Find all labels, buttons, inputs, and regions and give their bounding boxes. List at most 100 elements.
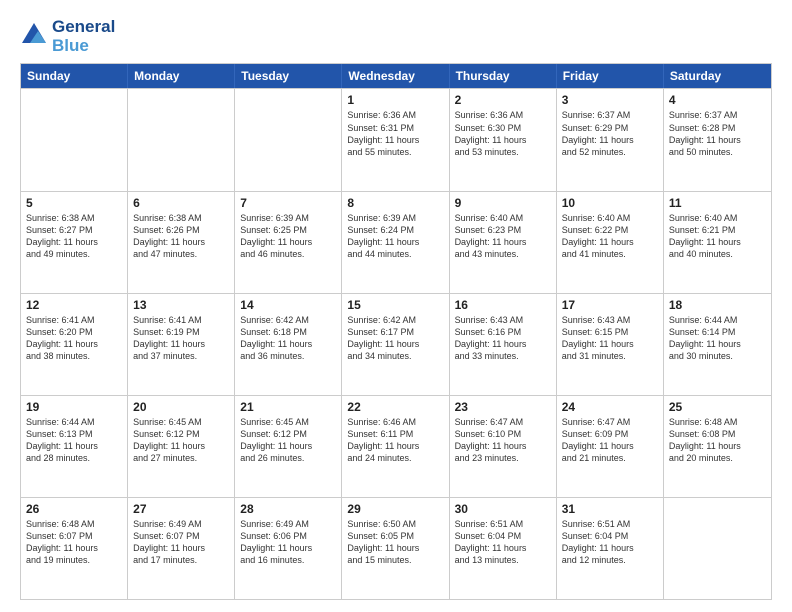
calendar-header: SundayMondayTuesdayWednesdayThursdayFrid…: [21, 64, 771, 88]
day-number: 28: [240, 502, 336, 516]
day-number: 16: [455, 298, 551, 312]
cal-cell-empty-0-1: [128, 89, 235, 190]
weekday-header-sunday: Sunday: [21, 64, 128, 88]
cell-text: Sunrise: 6:38 AM Sunset: 6:27 PM Dayligh…: [26, 212, 122, 261]
calendar-row-5: 26 Sunrise: 6:48 AM Sunset: 6:07 PM Dayli…: [21, 497, 771, 599]
day-number: 29: [347, 502, 443, 516]
logo-text: General Blue: [52, 18, 115, 55]
day-number: 9: [455, 196, 551, 210]
cal-cell-24: 24Sunrise: 6:47 AM Sunset: 6:09 PM Dayli…: [557, 396, 664, 497]
cell-text: Sunrise: 6:48 AM Sunset: 6:08 PM Dayligh…: [669, 416, 766, 465]
calendar-body: 1Sunrise: 6:36 AM Sunset: 6:31 PM Daylig…: [21, 88, 771, 599]
cell-text: Sunrise: 6:43 AM Sunset: 6:16 PM Dayligh…: [455, 314, 551, 363]
cell-text: Sunrise: 6:49 AM Sunset: 6:06 PM Dayligh…: [240, 518, 336, 567]
day-number: 3: [562, 93, 658, 107]
logo-icon: [20, 21, 48, 49]
cal-cell-17: 17Sunrise: 6:43 AM Sunset: 6:15 PM Dayli…: [557, 294, 664, 395]
day-number: 27: [133, 502, 229, 516]
cell-text: Sunrise: 6:36 AM Sunset: 6:30 PM Dayligh…: [455, 109, 551, 158]
weekday-header-friday: Friday: [557, 64, 664, 88]
cell-text: Sunrise: 6:50 AM Sunset: 6:05 PM Dayligh…: [347, 518, 443, 567]
cell-text: Sunrise: 6:39 AM Sunset: 6:25 PM Dayligh…: [240, 212, 336, 261]
cal-cell-4: 4 Sunrise: 6:37 AM Sunset: 6:28 PM Daylig…: [664, 89, 771, 190]
cal-cell-9: 9Sunrise: 6:40 AM Sunset: 6:23 PM Daylig…: [450, 192, 557, 293]
cal-cell-20: 20 Sunrise: 6:45 AM Sunset: 6:12 PM Dayli…: [128, 396, 235, 497]
cal-cell-11: 11 Sunrise: 6:40 AM Sunset: 6:21 PM Dayli…: [664, 192, 771, 293]
cal-cell-16: 16 Sunrise: 6:43 AM Sunset: 6:16 PM Dayli…: [450, 294, 557, 395]
calendar-row-4: 19 Sunrise: 6:44 AM Sunset: 6:13 PM Dayli…: [21, 395, 771, 497]
cell-text: Sunrise: 6:47 AM Sunset: 6:10 PM Dayligh…: [455, 416, 551, 465]
cal-cell-27: 27 Sunrise: 6:49 AM Sunset: 6:07 PM Dayli…: [128, 498, 235, 599]
cal-cell-empty-0-0: [21, 89, 128, 190]
cell-text: Sunrise: 6:46 AM Sunset: 6:11 PM Dayligh…: [347, 416, 443, 465]
day-number: 25: [669, 400, 766, 414]
day-number: 14: [240, 298, 336, 312]
cell-text: Sunrise: 6:40 AM Sunset: 6:21 PM Dayligh…: [669, 212, 766, 261]
cell-text: Sunrise: 6:40 AM Sunset: 6:22 PM Dayligh…: [562, 212, 658, 261]
cal-cell-5: 5 Sunrise: 6:38 AM Sunset: 6:27 PM Daylig…: [21, 192, 128, 293]
cell-text: Sunrise: 6:51 AM Sunset: 6:04 PM Dayligh…: [562, 518, 658, 567]
cell-text: Sunrise: 6:47 AM Sunset: 6:09 PM Dayligh…: [562, 416, 658, 465]
cal-cell-3: 3Sunrise: 6:37 AM Sunset: 6:29 PM Daylig…: [557, 89, 664, 190]
cell-text: Sunrise: 6:48 AM Sunset: 6:07 PM Dayligh…: [26, 518, 122, 567]
cal-cell-13: 13Sunrise: 6:41 AM Sunset: 6:19 PM Dayli…: [128, 294, 235, 395]
cal-cell-25: 25 Sunrise: 6:48 AM Sunset: 6:08 PM Dayli…: [664, 396, 771, 497]
cell-text: Sunrise: 6:39 AM Sunset: 6:24 PM Dayligh…: [347, 212, 443, 261]
weekday-header-monday: Monday: [128, 64, 235, 88]
day-number: 30: [455, 502, 551, 516]
cal-cell-22: 22 Sunrise: 6:46 AM Sunset: 6:11 PM Dayli…: [342, 396, 449, 497]
day-number: 11: [669, 196, 766, 210]
cal-cell-29: 29 Sunrise: 6:50 AM Sunset: 6:05 PM Dayli…: [342, 498, 449, 599]
cell-text: Sunrise: 6:42 AM Sunset: 6:17 PM Dayligh…: [347, 314, 443, 363]
day-number: 6: [133, 196, 229, 210]
cell-text: Sunrise: 6:51 AM Sunset: 6:04 PM Dayligh…: [455, 518, 551, 567]
header: General Blue: [20, 18, 772, 55]
cell-text: Sunrise: 6:45 AM Sunset: 6:12 PM Dayligh…: [133, 416, 229, 465]
cell-text: Sunrise: 6:37 AM Sunset: 6:28 PM Dayligh…: [669, 109, 766, 158]
cal-cell-23: 23 Sunrise: 6:47 AM Sunset: 6:10 PM Dayli…: [450, 396, 557, 497]
cal-cell-empty-4-6: [664, 498, 771, 599]
cal-cell-30: 30 Sunrise: 6:51 AM Sunset: 6:04 PM Dayli…: [450, 498, 557, 599]
day-number: 13: [133, 298, 229, 312]
cell-text: Sunrise: 6:45 AM Sunset: 6:12 PM Dayligh…: [240, 416, 336, 465]
calendar-row-3: 12Sunrise: 6:41 AM Sunset: 6:20 PM Dayli…: [21, 293, 771, 395]
cal-cell-empty-0-2: [235, 89, 342, 190]
cell-text: Sunrise: 6:38 AM Sunset: 6:26 PM Dayligh…: [133, 212, 229, 261]
calendar-row-2: 5 Sunrise: 6:38 AM Sunset: 6:27 PM Daylig…: [21, 191, 771, 293]
day-number: 5: [26, 196, 122, 210]
day-number: 20: [133, 400, 229, 414]
weekday-header-saturday: Saturday: [664, 64, 771, 88]
day-number: 19: [26, 400, 122, 414]
day-number: 21: [240, 400, 336, 414]
cal-cell-7: 7 Sunrise: 6:39 AM Sunset: 6:25 PM Daylig…: [235, 192, 342, 293]
day-number: 31: [562, 502, 658, 516]
cal-cell-14: 14Sunrise: 6:42 AM Sunset: 6:18 PM Dayli…: [235, 294, 342, 395]
weekday-header-thursday: Thursday: [450, 64, 557, 88]
calendar: SundayMondayTuesdayWednesdayThursdayFrid…: [20, 63, 772, 600]
day-number: 1: [347, 93, 443, 107]
cell-text: Sunrise: 6:41 AM Sunset: 6:20 PM Dayligh…: [26, 314, 122, 363]
cal-cell-12: 12Sunrise: 6:41 AM Sunset: 6:20 PM Dayli…: [21, 294, 128, 395]
page: General Blue SundayMondayTuesdayWednesda…: [0, 0, 792, 612]
cell-text: Sunrise: 6:44 AM Sunset: 6:13 PM Dayligh…: [26, 416, 122, 465]
cal-cell-15: 15Sunrise: 6:42 AM Sunset: 6:17 PM Dayli…: [342, 294, 449, 395]
cell-text: Sunrise: 6:49 AM Sunset: 6:07 PM Dayligh…: [133, 518, 229, 567]
day-number: 23: [455, 400, 551, 414]
day-number: 4: [669, 93, 766, 107]
weekday-header-wednesday: Wednesday: [342, 64, 449, 88]
cal-cell-2: 2Sunrise: 6:36 AM Sunset: 6:30 PM Daylig…: [450, 89, 557, 190]
cal-cell-8: 8 Sunrise: 6:39 AM Sunset: 6:24 PM Daylig…: [342, 192, 449, 293]
cell-text: Sunrise: 6:44 AM Sunset: 6:14 PM Dayligh…: [669, 314, 766, 363]
day-number: 10: [562, 196, 658, 210]
cal-cell-19: 19 Sunrise: 6:44 AM Sunset: 6:13 PM Dayli…: [21, 396, 128, 497]
cal-cell-21: 21 Sunrise: 6:45 AM Sunset: 6:12 PM Dayli…: [235, 396, 342, 497]
cell-text: Sunrise: 6:43 AM Sunset: 6:15 PM Dayligh…: [562, 314, 658, 363]
calendar-row-1: 1Sunrise: 6:36 AM Sunset: 6:31 PM Daylig…: [21, 88, 771, 190]
logo: General Blue: [20, 18, 115, 55]
day-number: 7: [240, 196, 336, 210]
day-number: 26: [26, 502, 122, 516]
day-number: 18: [669, 298, 766, 312]
day-number: 22: [347, 400, 443, 414]
cal-cell-28: 28 Sunrise: 6:49 AM Sunset: 6:06 PM Dayli…: [235, 498, 342, 599]
day-number: 8: [347, 196, 443, 210]
